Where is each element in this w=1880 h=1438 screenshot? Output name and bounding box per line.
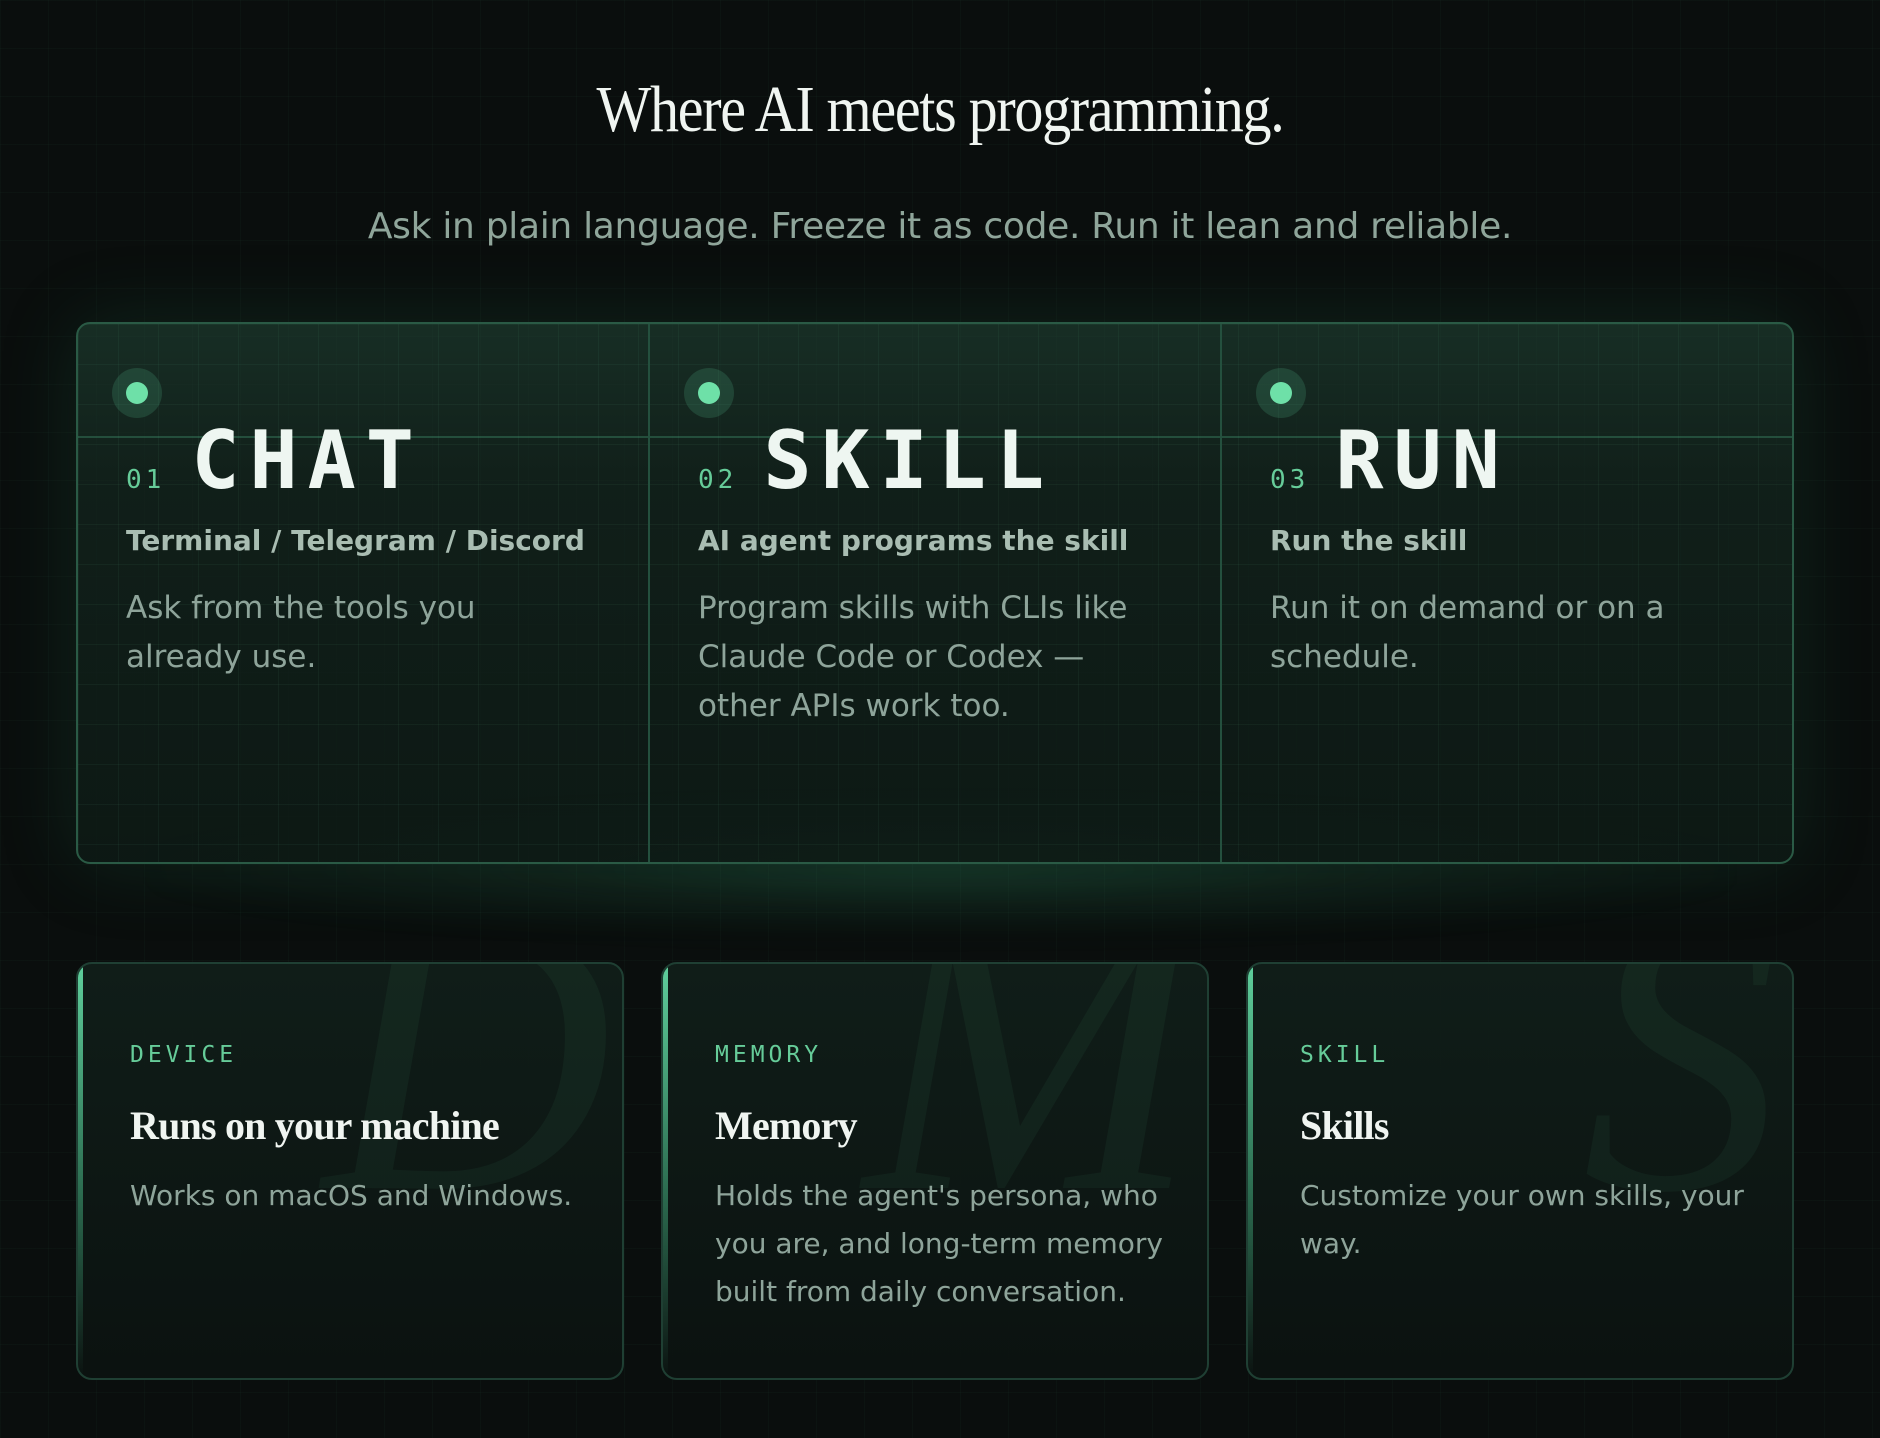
- step-name: RUN: [1335, 414, 1510, 507]
- step-subtitle: Run the skill: [1270, 524, 1468, 557]
- step-description: Program skills with CLIs like Claude Cod…: [698, 590, 1128, 724]
- feature-description: Holds the agent's persona, who you are, …: [715, 1179, 1163, 1308]
- step-run: 03 RUN Run the skill Run it on demand or…: [1222, 324, 1792, 862]
- feature-card-skill: S SKILL Skills Customize your own skills…: [1246, 962, 1794, 1380]
- step-description: Ask from the tools you already use.: [126, 590, 476, 675]
- feature-card-device: D DEVICE Runs on your machine Works on m…: [76, 962, 624, 1380]
- feature-tag: SKILL: [1300, 1042, 1390, 1068]
- feature-description: Works on macOS and Windows.: [130, 1179, 573, 1212]
- step-indicator-dot-icon: [1256, 368, 1306, 418]
- feature-tag: DEVICE: [130, 1042, 238, 1068]
- step-name: CHAT: [191, 414, 424, 507]
- step-skill: 02 SKILL AI agent programs the skill Pro…: [650, 324, 1222, 862]
- step-description: Run it on demand or on a schedule.: [1270, 590, 1665, 675]
- feature-title: Skills: [1300, 1103, 1389, 1148]
- feature-title: Memory: [715, 1103, 858, 1148]
- step-indicator-dot-icon: [684, 368, 734, 418]
- step-number: 01: [126, 465, 166, 495]
- feature-card-memory: M MEMORY Memory Holds the agent's person…: [661, 962, 1209, 1380]
- feature-title: Runs on your machine: [130, 1103, 500, 1148]
- step-indicator-dot-icon: [112, 368, 162, 418]
- feature-tag: MEMORY: [715, 1042, 823, 1068]
- step-subtitle: AI agent programs the skill: [698, 524, 1129, 557]
- step-number: 03: [1270, 465, 1310, 495]
- hero-title: Where AI meets programming.: [596, 73, 1285, 146]
- step-subtitle: Terminal / Telegram / Discord: [126, 524, 585, 557]
- step-name: SKILL: [763, 414, 1055, 507]
- steps-panel: 01 CHAT Terminal / Telegram / Discord As…: [76, 322, 1794, 864]
- step-number: 02: [698, 465, 738, 495]
- feature-description: Customize your own skills, your way.: [1300, 1179, 1744, 1260]
- step-chat: 01 CHAT Terminal / Telegram / Discord As…: [78, 324, 650, 862]
- hero-subtitle: Ask in plain language. Freeze it as code…: [367, 206, 1513, 247]
